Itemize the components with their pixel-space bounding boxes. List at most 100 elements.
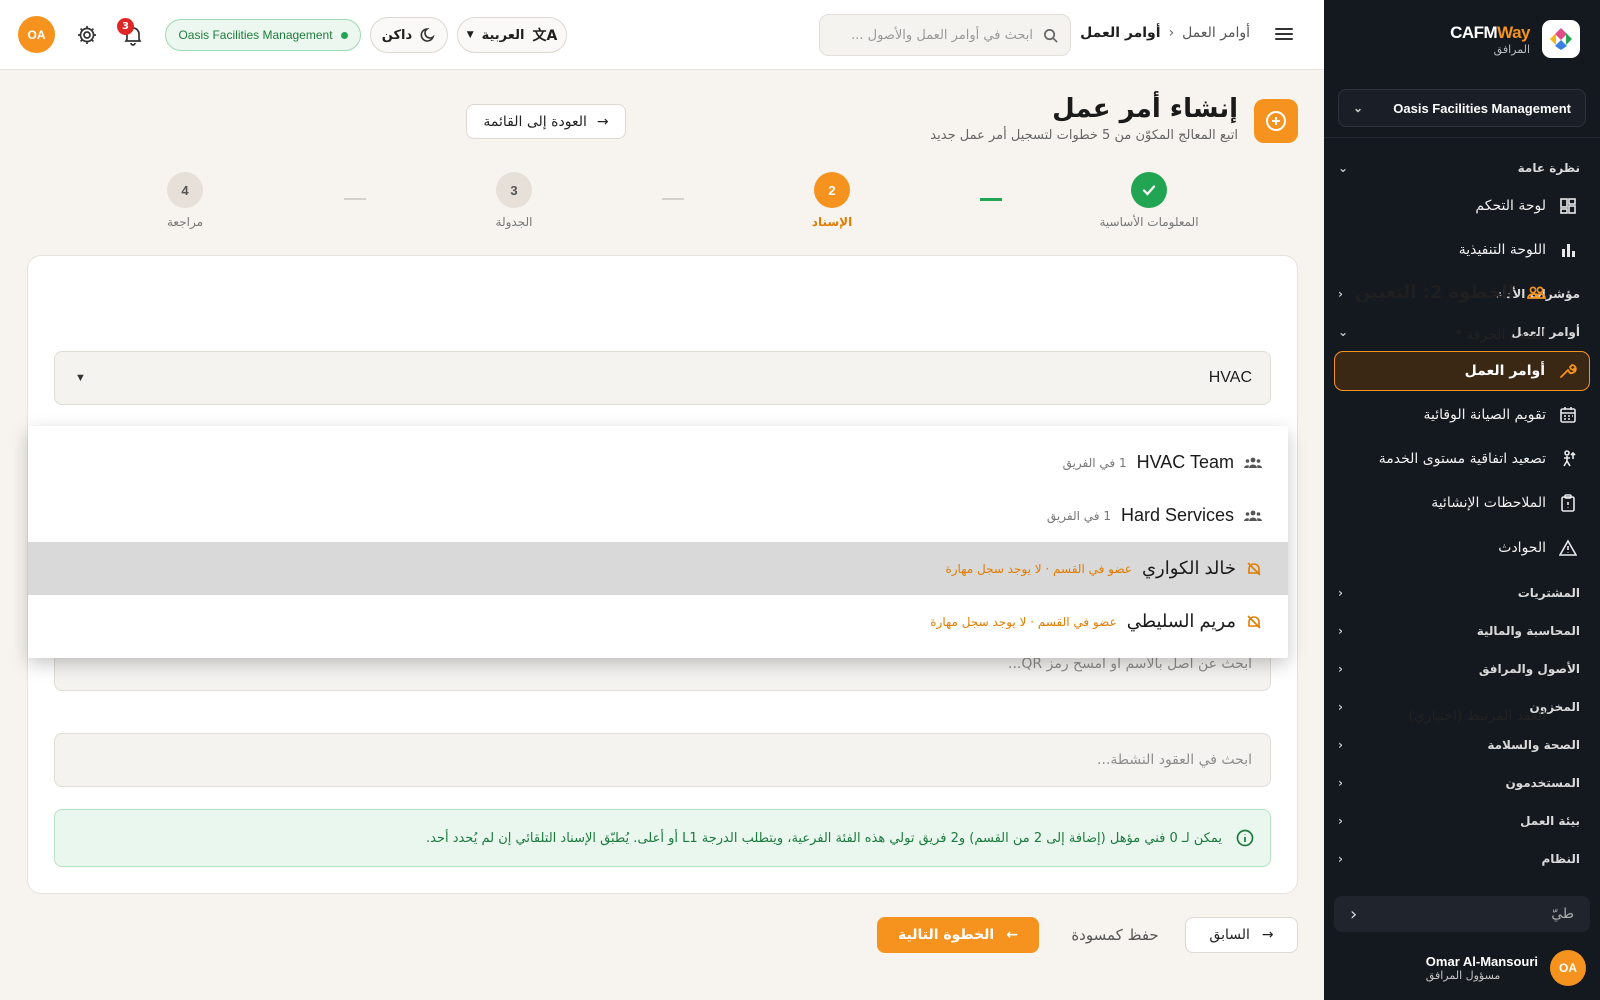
step-scheduling[interactable]: 3 الجدولة [434,172,594,229]
brand-subtitle: المرافق [1493,42,1530,56]
sidebar-item-label: اللوحة التنفيذية [1458,242,1546,258]
language-label: العربية [481,27,525,43]
sidebar-section-accounting[interactable]: المحاسبة والمالية ‹ [1338,624,1580,638]
dropdown-option-team[interactable]: Hard Services 1 في الفريق [28,489,1288,542]
chevron-left-icon: ‹ [1338,814,1343,828]
option-warning: عضو في القسم · لا يوجد سجل مهارة [930,614,1117,629]
section-title-text: الخطوة 2: التعيين [1355,282,1514,303]
dashboard-icon [1558,196,1578,216]
chevron-left-icon: ‹ [1338,586,1343,600]
calendar-icon [1558,405,1578,425]
chevron-down-icon: ⌄ [1353,101,1364,115]
option-name: Hard Services [1120,505,1234,525]
page-subtitle: اتبع المعالج المكوّن من 5 خطوات لتسجيل أ… [930,128,1238,143]
arrow-left-icon: ← [1006,927,1018,943]
step-label: الإسناد [811,215,853,229]
dropdown-option-member[interactable]: مريم السليطي عضو في القسم · لا يوجد سجل … [28,595,1288,648]
org-status-pill: Oasis Facilities Management [165,19,361,51]
avatar[interactable]: OA [18,16,55,53]
step-label: الجدولة [495,215,533,229]
sidebar-section-users[interactable]: المستخدمون ‹ [1338,776,1580,790]
search-placeholder: ابحث في أوامر العمل والأصول ... [851,27,1033,43]
option-meta: 1 في الفريق [1046,508,1111,523]
step-review[interactable]: 4 مراجعة [105,172,265,229]
sidebar-collapse-button[interactable]: طيّ ‹ [1334,896,1590,932]
collapse-label: طيّ [1551,906,1574,922]
step-connector [980,198,1002,201]
category-value: HVAC [1208,369,1252,386]
sidebar-item-incidents[interactable]: الحوادث [1334,529,1590,567]
org-selector-label: Oasis Facilities Management [1393,100,1571,116]
option-name: خالد الكواري [1141,558,1236,578]
sidebar-item-structural-notes[interactable]: الملاحظات الإنشائية [1334,484,1590,522]
sidebar-section-hse[interactable]: الصحة والسلامة ‹ [1338,738,1580,752]
chevron-left-icon: ‹ [1338,624,1343,638]
user-name: Omar Al-Mansouri [1425,954,1538,969]
user-profile[interactable]: OA Omar Al-Mansouri مسؤول المرافق [1426,950,1586,986]
sidebar-section-system[interactable]: النظام ‹ [1338,852,1580,866]
sidebar-divider [1324,137,1600,138]
status-dot [340,31,348,39]
sidebar-section-assets[interactable]: الأصول والمرافق ‹ [1338,662,1580,676]
sidebar-item-label: تقويم الصيانة الوقائية [1423,407,1547,423]
sidebar-item-label: أوامر العمل [1464,363,1545,379]
step-basic-info[interactable]: المعلومات الأساسية [1069,172,1229,229]
sidebar-item-sla-escalation[interactable]: تصعيد اتفاقية مستوى الخدمة [1334,440,1590,478]
wrench-icon [1557,361,1577,381]
moon-icon [420,27,436,43]
caret-down-icon: ▼ [466,30,474,40]
save-draft-button[interactable]: حفظ كمسودة [1055,917,1175,953]
step-label: المعلومات الأساسية [1099,215,1199,229]
menu-icon[interactable] [1273,23,1295,45]
option-warning: عضو في القسم · لا يوجد سجل مهارة [945,561,1132,576]
bar-chart-icon [1558,240,1578,260]
option-name: HVAC Team [1136,452,1234,472]
user-role: مسؤول المرافق [1425,969,1501,982]
sidebar-item-work-orders[interactable]: أوامر العمل [1334,351,1590,391]
chevron-left-icon: ‹ [1338,700,1343,714]
back-to-list-button[interactable]: → العودة إلى القائمة [466,104,626,139]
chevron-down-icon: ⌄ [1338,161,1349,175]
dropdown-option-member[interactable]: خالد الكواري عضو في القسم · لا يوجد سجل … [28,542,1288,595]
next-step-button[interactable]: ← الخطوة التالية [877,917,1039,953]
arrow-right-icon: → [596,113,609,130]
breadcrumb-parent[interactable]: أوامر العمل [1182,25,1250,41]
theme-toggle[interactable]: داكن [370,17,448,53]
asset-placeholder: ابحث عن أصل بالاسم أو امسح رمز QR... [1008,656,1252,672]
chevron-left-icon: ‹ [1338,287,1343,301]
language-selector[interactable]: ▼ العربية 文A [457,17,567,53]
breadcrumb: أوامر العمل ‹ أوامر العمل [1080,25,1250,41]
dropdown-option-team[interactable]: HVAC Team 1 في الفريق [28,436,1288,489]
breadcrumb-current: أوامر العمل [1080,25,1161,41]
sidebar-section-overview[interactable]: نظرة عامة ⌄ [1338,161,1580,175]
gear-icon[interactable] [76,24,98,46]
search-icon [1043,28,1058,43]
sidebar-item-dashboard[interactable]: لوحة التحكم [1334,187,1590,225]
section-title: الخطوة 2: التعيين [1355,282,1546,303]
sidebar-section-procurement[interactable]: المشتريات ‹ [1338,586,1580,600]
person-escalation-icon [1558,449,1578,469]
sidebar-item-executive[interactable]: اللوحة التنفيذية [1334,231,1590,269]
arrow-right-icon: → [1261,927,1274,943]
caret-down-icon: ▼ [75,372,86,384]
brand-title: CAFMWay [1450,22,1530,42]
step-number: 3 [496,172,532,208]
search-input[interactable]: ابحث في أوامر العمل والأصول ... [819,14,1071,56]
team-icon [1244,509,1262,523]
no-skill-icon [1246,614,1262,630]
sidebar-item-label: تصعيد اتفاقية مستوى الخدمة [1378,451,1546,467]
previous-button[interactable]: → السابق [1185,917,1298,953]
sidebar-item-pm-calendar[interactable]: تقويم الصيانة الوقائية [1334,396,1590,434]
sidebar-section-environment[interactable]: بيئة العمل ‹ [1338,814,1580,828]
contract-search-input[interactable]: ابحث في العقود النشطة... [54,733,1271,787]
assignee-dropdown: HVAC Team 1 في الفريق Hard Services 1 في… [28,426,1288,658]
org-selector[interactable]: Oasis Facilities Management ⌄ [1338,89,1586,127]
info-icon [1236,829,1254,847]
chevron-down-icon: ⌄ [1338,325,1349,339]
sidebar-item-label: لوحة التحكم [1475,198,1546,214]
category-select[interactable]: ▼ HVAC [54,351,1271,405]
step-connector [662,198,684,200]
sidebar: CAFMWay المرافق Oasis Facilities Managem… [1324,0,1600,1000]
step-assignment[interactable]: 2 الإسناد [752,172,912,229]
step-number: 2 [814,172,850,208]
